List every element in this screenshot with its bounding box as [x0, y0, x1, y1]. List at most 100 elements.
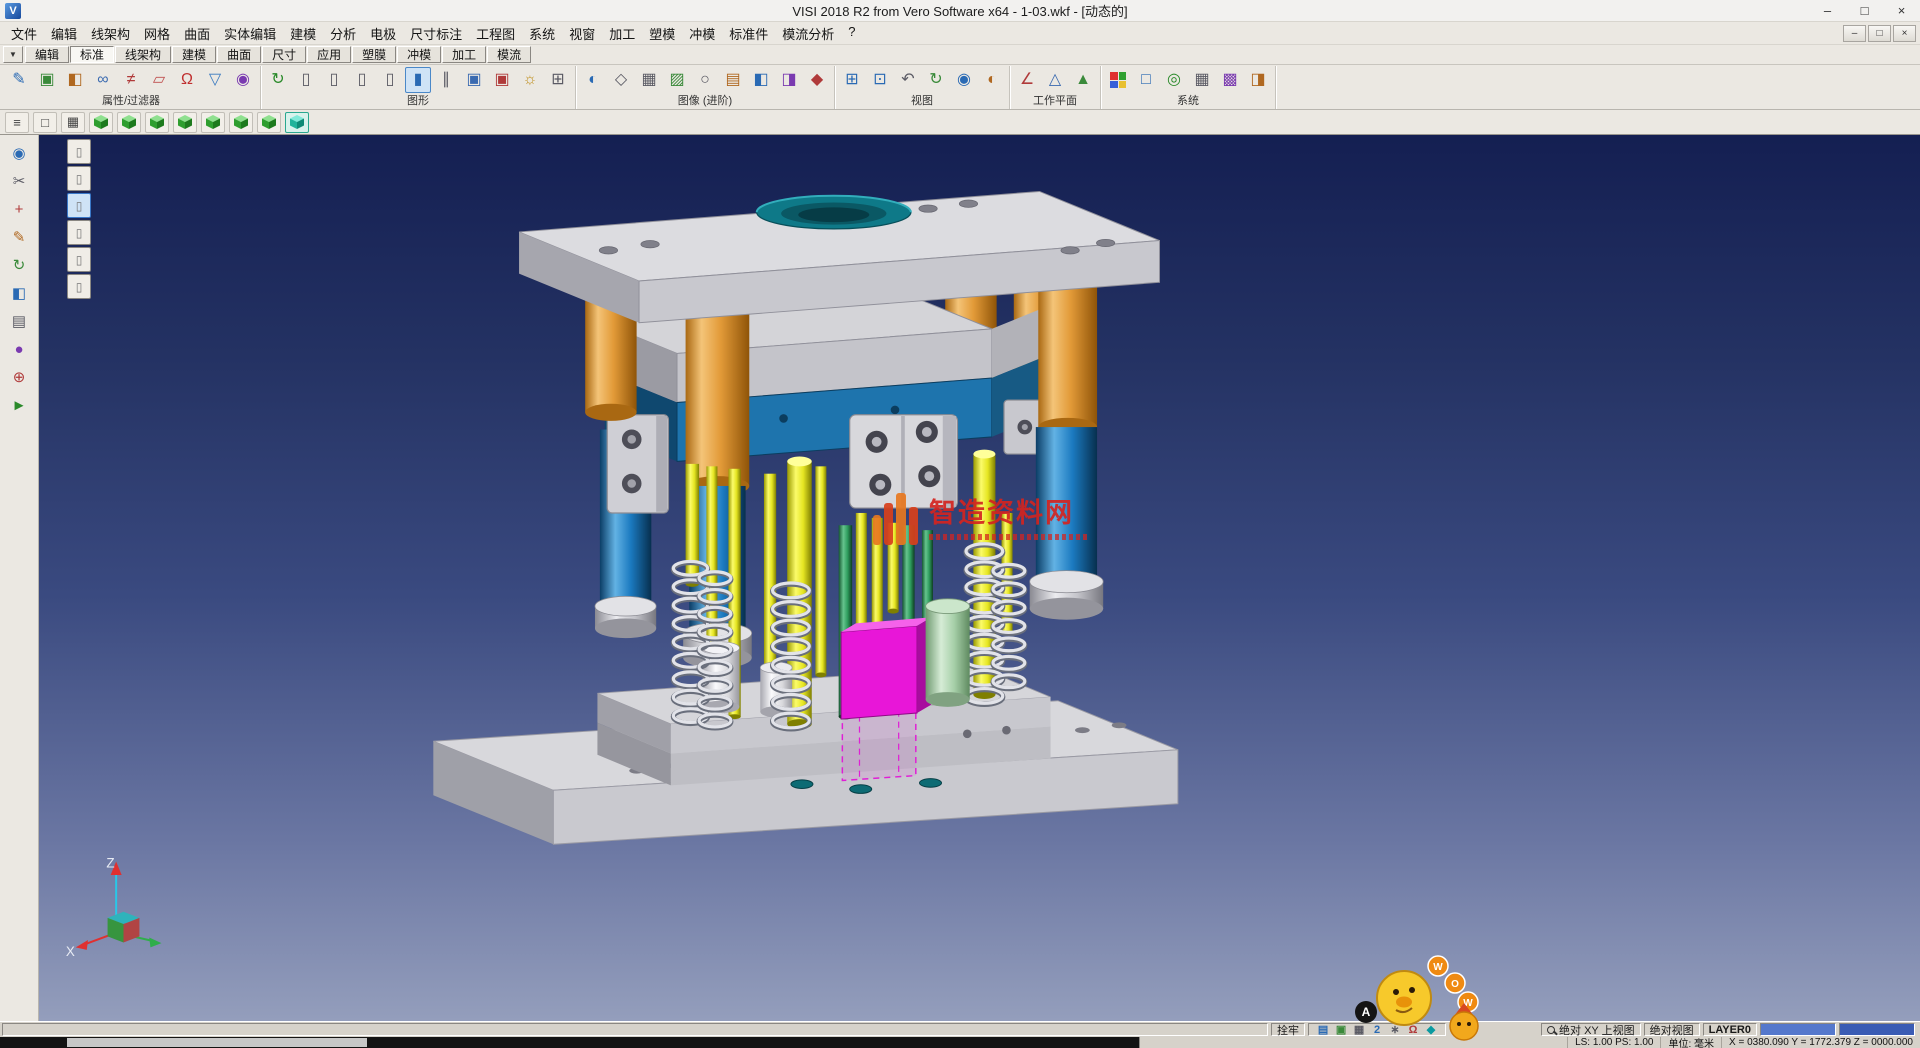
rotate-tool-icon[interactable]: ↻ — [5, 252, 33, 278]
view-toggle-4-icon[interactable]: ▯ — [67, 220, 91, 245]
toolbar-tab[interactable]: 冲模 — [397, 46, 441, 63]
section-view-icon[interactable]: ◧ — [748, 67, 774, 93]
globe-system-icon[interactable]: ◎ — [1161, 67, 1187, 93]
toolbar-tab[interactable]: 建模 — [172, 46, 216, 63]
capsule-pair-icon[interactable]: ∥ — [433, 67, 459, 93]
toolbar-tab[interactable]: 标准 — [70, 46, 114, 63]
view-toggle-6-icon[interactable]: ▯ — [67, 274, 91, 299]
zoom-window-icon[interactable]: ⊡ — [867, 67, 893, 93]
layer-bar-1-icon[interactable]: ▯ — [293, 67, 319, 93]
toolbar-tab[interactable]: 加工 — [442, 46, 486, 63]
guide-pillar-right[interactable] — [1038, 270, 1097, 436]
workplane-entity-icon[interactable]: ▲ — [1070, 67, 1096, 93]
ejector-pin[interactable] — [706, 466, 717, 662]
textured-render-icon[interactable]: ▨ — [664, 67, 690, 93]
sketch-pencil-icon[interactable]: ✎ — [5, 224, 33, 250]
checker-layers-icon[interactable]: ▩ — [1217, 67, 1243, 93]
view-cube-iso[interactable] — [257, 112, 281, 133]
menu-item[interactable]: 模流分析 — [775, 21, 841, 46]
point-tool-icon[interactable]: ⊕ — [5, 364, 33, 390]
minimize-button[interactable]: – — [1809, 0, 1846, 21]
reflection-view-icon[interactable]: ◨ — [776, 67, 802, 93]
unlink-elements-icon[interactable]: ≠ — [118, 67, 144, 93]
layer-color-swatch[interactable] — [1760, 1023, 1836, 1036]
close-button[interactable]: × — [1883, 0, 1920, 21]
view-cube-bottom[interactable] — [229, 112, 253, 133]
monitor-settings-icon[interactable]: □ — [1133, 67, 1159, 93]
layer-bar-3-icon[interactable]: ▯ — [349, 67, 375, 93]
menu-item[interactable]: 文件 — [4, 21, 44, 46]
hidden-line-render-icon[interactable]: ▦ — [636, 67, 662, 93]
toolbar-tab[interactable]: 曲面 — [217, 46, 261, 63]
zoom-tool-icon[interactable]: ◉ — [5, 140, 33, 166]
view-blank-icon[interactable]: □ — [33, 112, 57, 133]
menu-item[interactable]: 标准件 — [722, 21, 775, 46]
workplane-view-icon[interactable]: △ — [1042, 67, 1068, 93]
view-cube-top[interactable] — [89, 112, 113, 133]
image-status-icon[interactable]: ▣ — [1332, 1024, 1350, 1036]
erase-attributes-icon[interactable]: ▱ — [146, 67, 172, 93]
display-box-red-icon[interactable]: ▣ — [489, 67, 515, 93]
menu-item[interactable]: 线架构 — [84, 21, 137, 46]
transparent-render-icon[interactable]: ○ — [692, 67, 718, 93]
grid-settings-icon[interactable]: ▦ — [1189, 67, 1215, 93]
model-canvas[interactable]: Z X — [39, 135, 1920, 1021]
draft-analysis-icon[interactable]: ◆ — [804, 67, 830, 93]
modify-attributes-icon[interactable]: ✎ — [6, 67, 32, 93]
view-toggle-5-icon[interactable]: ▯ — [67, 247, 91, 272]
menu-item[interactable]: 系统 — [522, 21, 562, 46]
view-menu-icon[interactable]: ≡ — [5, 112, 29, 133]
layer-bar-active-icon[interactable]: ▮ — [405, 67, 431, 93]
view-grid-icon[interactable]: ▦ — [61, 112, 85, 133]
grid-display-icon[interactable]: ⊞ — [545, 67, 571, 93]
taskbar-window-button[interactable] — [67, 1038, 367, 1047]
rotate-view-icon[interactable]: ↻ — [923, 67, 949, 93]
layer-bar-4-icon[interactable]: ▯ — [377, 67, 403, 93]
sheet-tool-icon[interactable]: ▤ — [5, 308, 33, 334]
selection-filter-icon[interactable]: ▽ — [202, 67, 228, 93]
copy-attributes-icon[interactable]: ▣ — [34, 67, 60, 93]
view-cube-right[interactable] — [145, 112, 169, 133]
menu-item[interactable]: ? — [841, 21, 862, 46]
trim-scissors-icon[interactable]: ✂ — [5, 168, 33, 194]
latch-lock-left[interactable] — [607, 415, 668, 513]
view-toggle-3-icon[interactable]: ▯ — [67, 193, 91, 218]
toolbar-tab[interactable]: 编辑 — [25, 46, 69, 63]
view-cube-front[interactable] — [117, 112, 141, 133]
eye-view-icon[interactable]: ◉ — [951, 67, 977, 93]
ejector-pin[interactable] — [764, 474, 776, 690]
toolbar-tab[interactable]: 线架构 — [115, 46, 171, 63]
camera-view-icon[interactable]: ◐ — [979, 67, 1005, 93]
menu-item[interactable]: 建模 — [283, 21, 323, 46]
sphere-tool-icon[interactable]: ● — [5, 336, 33, 362]
redraw-icon[interactable]: ↻ — [265, 67, 291, 93]
ejector-pin[interactable] — [815, 466, 826, 677]
locating-ring[interactable] — [757, 196, 911, 229]
layer-bar-2-icon[interactable]: ▯ — [321, 67, 347, 93]
previous-view-icon[interactable]: ↶ — [895, 67, 921, 93]
menu-item[interactable]: 网格 — [137, 21, 177, 46]
menu-item[interactable]: 冲模 — [682, 21, 722, 46]
quick-filter-icon[interactable]: ◉ — [230, 67, 256, 93]
toolbar-tab[interactable]: 应用 — [307, 46, 351, 63]
zebra-analysis-icon[interactable]: ▤ — [720, 67, 746, 93]
display-box-blue-icon[interactable]: ▣ — [461, 67, 487, 93]
ejector-pin[interactable] — [686, 464, 699, 587]
shade-toggle-icon[interactable]: ☼ — [517, 67, 543, 93]
menu-item[interactable]: 实体编辑 — [217, 21, 283, 46]
lock-status[interactable]: 拴牢 — [1271, 1023, 1305, 1036]
toolbar-tab[interactable]: 尺寸 — [262, 46, 306, 63]
link-elements-icon[interactable]: ∞ — [90, 67, 116, 93]
3d-viewport[interactable]: Z X ▯▯▯▯▯▯ 智造资料网 — [39, 135, 1920, 1021]
color-palette-icon[interactable] — [1105, 67, 1131, 93]
maximize-button[interactable]: □ — [1846, 0, 1883, 21]
zoom-fit-icon[interactable]: ⊞ — [839, 67, 865, 93]
mdi-minimize-button[interactable]: – — [1843, 25, 1866, 42]
view-mode-panel[interactable]: 绝对 XY 上视图 — [1541, 1023, 1641, 1036]
mdi-close-button[interactable]: × — [1893, 25, 1916, 42]
view-cube-dynamic[interactable] — [285, 112, 309, 133]
toolbar-tab[interactable]: 模流 — [487, 46, 531, 63]
menu-item[interactable]: 工程图 — [469, 21, 522, 46]
toolbar-tab[interactable]: 塑膜 — [352, 46, 396, 63]
menu-item[interactable]: 曲面 — [177, 21, 217, 46]
